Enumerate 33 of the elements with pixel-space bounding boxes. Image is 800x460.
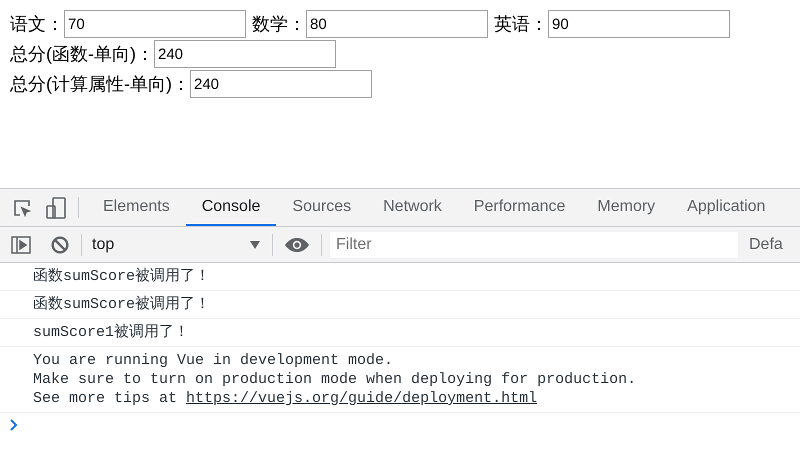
devtools-tab[interactable]: Sources xyxy=(276,189,368,226)
field-label: 英语： xyxy=(494,12,548,36)
device-icon[interactable] xyxy=(46,196,66,218)
console-message: 函数sumScore被调用了！ xyxy=(33,267,212,286)
input-field[interactable]: 70 xyxy=(64,10,246,38)
inspect-icon[interactable] xyxy=(12,198,32,218)
devtools-tab[interactable]: Application xyxy=(671,189,782,226)
log-levels-select[interactable]: Defa xyxy=(749,232,783,256)
dropdown-caret-icon xyxy=(250,240,260,248)
eye-icon[interactable] xyxy=(285,238,309,252)
field-label: 总分(计算属性-单向)： xyxy=(10,72,190,96)
console-message: See more tips at https://vuejs.org/guide/deployment.html xyxy=(33,389,538,408)
docs-link[interactable]: https://vuejs.org/guide/deployment.html xyxy=(186,390,538,407)
field-label: 数学： xyxy=(252,12,306,36)
console-message: 函数sumScore被调用了！ xyxy=(33,295,212,314)
context-select[interactable]: top xyxy=(82,232,272,256)
field-label: 总分(函数-单向)： xyxy=(10,42,154,66)
clear-icon[interactable] xyxy=(51,236,69,254)
filter-field[interactable]: Filter xyxy=(330,232,738,258)
input-field[interactable]: 240 xyxy=(154,40,336,68)
input-field[interactable]: 240 xyxy=(190,70,372,98)
sidebar-toggle-icon[interactable] xyxy=(11,236,31,254)
devtools-tab[interactable]: Network xyxy=(367,189,458,226)
console-message: Make sure to turn on production mode when deploying for production. xyxy=(33,370,638,389)
devtools-tab[interactable]: Performance xyxy=(458,189,582,226)
prompt-chevron-icon[interactable] xyxy=(10,419,18,431)
devtools-tab[interactable]: Elements xyxy=(87,189,186,226)
console-message: sumScore1被调用了！ xyxy=(33,323,190,342)
input-field[interactable]: 80 xyxy=(306,10,488,38)
input-field[interactable]: 90 xyxy=(548,10,730,38)
field-label: 语文： xyxy=(10,12,64,36)
devtools-tab[interactable]: Memory xyxy=(581,189,672,226)
console-message: You are running Vue in development mode. xyxy=(33,351,394,370)
